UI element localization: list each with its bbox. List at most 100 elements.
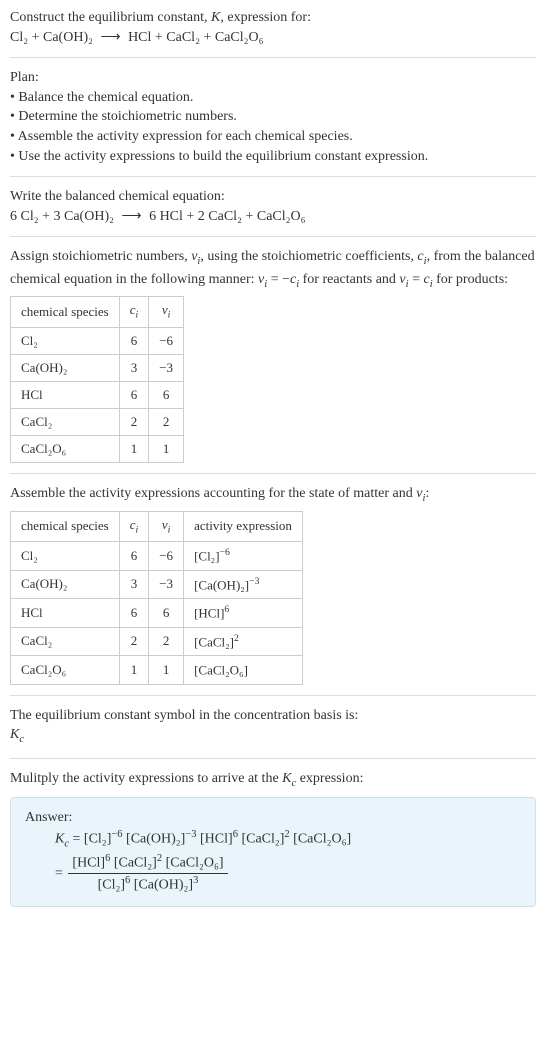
cell-activity: [Ca(OH)₂]−3 (184, 570, 303, 599)
plan-bullet-4: • Use the activity expressions to build … (10, 147, 536, 167)
cell-activity: [Cl₂]−6 (184, 542, 303, 571)
plan-section: Plan: • Balance the chemical equation. •… (10, 68, 536, 177)
balanced-title: Write the balanced chemical equation: (10, 187, 536, 207)
activity-section: Assemble the activity expressions accoun… (10, 484, 536, 695)
cell-c: 1 (119, 656, 149, 685)
for-reactants: for reactants and (299, 272, 399, 287)
cell-nu: 6 (149, 599, 184, 628)
cell-species: CaCl₂ (11, 627, 120, 656)
multiply-section: Mulitply the activity expressions to arr… (10, 769, 536, 917)
balanced-lhs: 6 Cl₂ + 3 Ca(OH)₂ (10, 209, 114, 224)
answer-expression: Kc = [Cl₂]−6 [Ca(OH)₂]−3 [HCl]6 [CaCl₂]2… (25, 828, 521, 852)
exp: 6 (233, 829, 238, 840)
intro-line1b: , expression for: (220, 10, 311, 25)
cell-nu: −6 (149, 542, 184, 571)
K-symbol: K (55, 832, 64, 847)
table-row: HCl66[HCl]6 (11, 599, 303, 628)
cell-species: CaCl₂ (11, 409, 120, 436)
activity-intro: Assemble the activity expressions accoun… (10, 484, 536, 506)
cell-species: CaCl₂O₆ (11, 656, 120, 685)
plan-bullet-3: • Assemble the activity expression for e… (10, 127, 536, 147)
cell-species: HCl (11, 381, 120, 408)
kc-symbol: Kc (10, 725, 536, 747)
balanced-equation: 6 Cl₂ + 3 Ca(OH)₂ ⟶ 6 HCl + 2 CaCl₂ + Ca… (10, 207, 536, 227)
plan-bullet-2: • Determine the stoichiometric numbers. (10, 107, 536, 127)
cell-species: Ca(OH)₂ (11, 570, 120, 599)
intro-section: Construct the equilibrium constant, K, e… (10, 8, 536, 58)
table-row: CaCl₂22[CaCl₂]2 (11, 627, 303, 656)
cell-nu: 1 (149, 436, 184, 463)
term: [HCl] (200, 832, 233, 847)
stoich-text-b: , using the stoichiometric coefficients, (200, 249, 417, 264)
equals: = (55, 866, 66, 881)
cell-c: 2 (119, 409, 149, 436)
table-row: Cl₂6−6[Cl₂]−6 (11, 542, 303, 571)
col-nui: νi (149, 297, 184, 327)
term: [HCl] (72, 856, 105, 871)
cell-nu: 2 (149, 409, 184, 436)
stoich-table: chemical species ci νi Cl₂6−6 Ca(OH)₂3−3… (10, 296, 184, 463)
rule-products: = (409, 272, 424, 287)
exp: 6 (125, 875, 130, 886)
activity-text-a: Assemble the activity expressions accoun… (10, 486, 416, 501)
stoich-intro: Assign stoichiometric numbers, νi, using… (10, 247, 536, 292)
table-row: HCl66 (11, 381, 184, 408)
cell-c: 6 (119, 599, 149, 628)
exp: 3 (193, 875, 198, 886)
exp: 2 (284, 829, 289, 840)
mult-a: Mulitply the activity expressions to arr… (10, 771, 282, 786)
table-header-row: chemical species ci νi activity expressi… (11, 511, 303, 541)
cell-species: Cl₂ (11, 542, 120, 571)
K-symbol: K (211, 10, 220, 25)
fraction: [HCl]6 [CaCl₂]2 [CaCl₂O₆] [Cl₂]6 [Ca(OH)… (68, 852, 227, 896)
cell-activity: [CaCl₂]2 (184, 627, 303, 656)
cell-species: Ca(OH)₂ (11, 354, 120, 381)
cell-c: 6 (119, 542, 149, 571)
balanced-section: Write the balanced chemical equation: 6 … (10, 187, 536, 237)
cell-activity: [HCl]6 (184, 599, 303, 628)
cell-c: 6 (119, 327, 149, 354)
col-ci: ci (119, 297, 149, 327)
table-row: CaCl₂O₆11[CaCl₂O₆] (11, 656, 303, 685)
col-species: chemical species (11, 511, 120, 541)
cell-nu: 2 (149, 627, 184, 656)
col-activity: activity expression (184, 511, 303, 541)
unbalanced-equation: Cl₂ + Ca(OH)₂ ⟶ HCl + CaCl₂ + CaCl₂O₆ (10, 28, 536, 48)
multiply-text: Mulitply the activity expressions to arr… (10, 769, 536, 791)
eq-lhs: Cl₂ + Ca(OH)₂ (10, 30, 93, 45)
cell-nu: −3 (149, 354, 184, 381)
K-symbol: K (282, 771, 291, 786)
mult-b: expression: (296, 771, 363, 786)
cell-species: Cl₂ (11, 327, 120, 354)
table-header-row: chemical species ci νi (11, 297, 184, 327)
term: [Ca(OH)₂] (126, 832, 185, 847)
stoich-text-a: Assign stoichiometric numbers, (10, 249, 191, 264)
cell-nu: −6 (149, 327, 184, 354)
rule-reactants: = − (267, 272, 290, 287)
answer-label: Answer: (25, 808, 521, 828)
cell-nu: 1 (149, 656, 184, 685)
term: [Cl₂] (98, 878, 125, 893)
term: [Cl₂] (84, 832, 111, 847)
plan-bullet-1: • Balance the chemical equation. (10, 88, 536, 108)
equals: = (69, 832, 84, 847)
exp: −6 (111, 829, 122, 840)
term: [CaCl₂O₆] (166, 856, 224, 871)
term: [CaCl₂] (114, 856, 157, 871)
col-nui: νi (149, 511, 184, 541)
term: [Ca(OH)₂] (134, 878, 193, 893)
cell-species: HCl (11, 599, 120, 628)
cell-species: CaCl₂O₆ (11, 436, 120, 463)
table-row: Ca(OH)₂3−3[Ca(OH)₂]−3 (11, 570, 303, 599)
col-species: chemical species (11, 297, 120, 327)
cell-nu: 6 (149, 381, 184, 408)
exp: −3 (185, 829, 196, 840)
numerator: [HCl]6 [CaCl₂]2 [CaCl₂O₆] (68, 852, 227, 874)
table-row: Cl₂6−6 (11, 327, 184, 354)
table-row: CaCl₂22 (11, 409, 184, 436)
exp: 6 (105, 853, 110, 864)
symbol-text: The equilibrium constant symbol in the c… (10, 706, 536, 726)
term: [CaCl₂] (241, 832, 284, 847)
arrow-icon: ⟶ (96, 30, 124, 45)
cell-c: 3 (119, 354, 149, 381)
